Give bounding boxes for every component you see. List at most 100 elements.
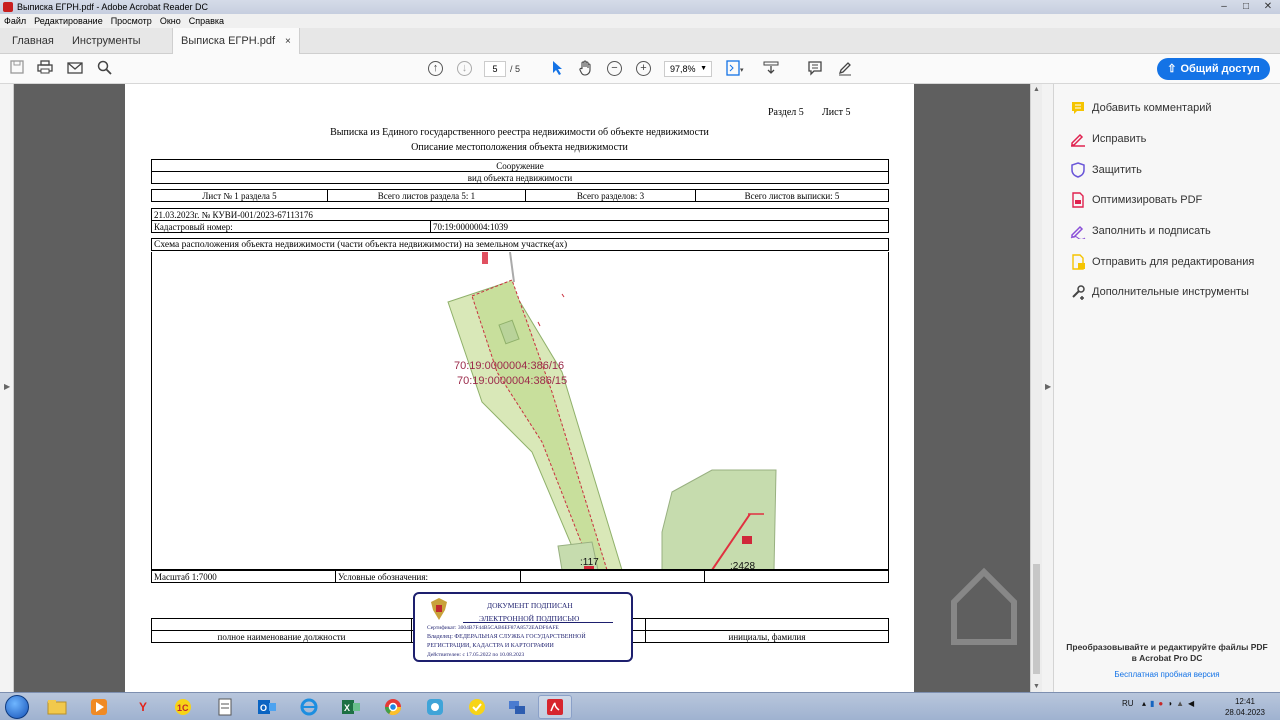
ie-taskbar-icon[interactable] bbox=[292, 695, 326, 719]
document-viewport[interactable]: Раздел 5 Лист 5 Выписка из Единого госуд… bbox=[14, 84, 1030, 692]
cadastral-label: Кадастровый номер: bbox=[151, 220, 431, 233]
close-window-icon[interactable]: ✕ bbox=[1260, 1, 1276, 12]
clock-date: 28.04.2023 bbox=[1224, 708, 1266, 717]
next-page-icon[interactable]: ↓ bbox=[457, 61, 472, 76]
menu-bar: Файл Редактирование Просмотр Окно Справк… bbox=[0, 14, 1280, 28]
media-taskbar-icon[interactable] bbox=[82, 695, 116, 719]
pen-tool-icon[interactable] bbox=[836, 60, 854, 78]
svg-text:O: O bbox=[260, 703, 267, 713]
left-panel-toggle[interactable]: ▶ bbox=[0, 84, 14, 692]
explorer-taskbar-icon[interactable] bbox=[40, 695, 74, 719]
tab-document[interactable]: Выписка ЕГРН.pdf × bbox=[172, 28, 300, 54]
right-panel-toggle[interactable]: ▶ bbox=[1042, 84, 1054, 692]
language-indicator[interactable]: RU bbox=[1122, 699, 1134, 708]
notes-taskbar-icon[interactable] bbox=[460, 695, 494, 719]
maximize-icon[interactable]: □ bbox=[1238, 1, 1254, 12]
tool-optimize[interactable]: Оптимизировать PDF bbox=[1070, 190, 1202, 210]
stamp-owner2: РЕГИСТРАЦИИ, КАДАСТРА И КАРТОГРАФИИ bbox=[427, 643, 554, 649]
onec-taskbar-icon[interactable]: 1С bbox=[166, 695, 200, 719]
scheme-title-table: Схема расположения объекта недвижимости … bbox=[151, 238, 889, 251]
pdf-page: Раздел 5 Лист 5 Выписка из Единого госуд… bbox=[125, 84, 914, 692]
prev-page-icon[interactable]: ↑ bbox=[428, 61, 443, 76]
tool-protect[interactable]: Защитить bbox=[1070, 160, 1142, 180]
hand-tool-icon[interactable] bbox=[577, 60, 595, 78]
svg-text:X: X bbox=[344, 703, 350, 713]
save-icon[interactable] bbox=[8, 60, 26, 78]
tab-home[interactable]: Главная bbox=[12, 28, 54, 54]
document-taskbar-icon[interactable] bbox=[208, 695, 242, 719]
select-cursor-icon[interactable] bbox=[548, 60, 566, 78]
page-number-input[interactable]: 5 bbox=[484, 61, 506, 77]
cadastral-value: 70:19:0000004:1039 bbox=[430, 220, 889, 233]
trial-link[interactable]: Бесплатная пробная версия bbox=[1054, 670, 1280, 679]
sheet-info-cell: Всего листов раздела 5: 1 bbox=[327, 189, 526, 202]
stamp-divider bbox=[463, 622, 613, 623]
tool-more[interactable]: Дополнительные инструменты bbox=[1070, 282, 1249, 302]
tool-label: Заполнить и подписать bbox=[1092, 225, 1211, 237]
start-button[interactable] bbox=[5, 695, 29, 719]
menu-help[interactable]: Справка bbox=[185, 16, 228, 26]
fit-page-icon[interactable]: ▾ bbox=[726, 60, 744, 78]
sheet-info-cell: Всего разделов: 3 bbox=[525, 189, 696, 202]
tab-bar: Главная Инструменты Выписка ЕГРН.pdf × bbox=[0, 28, 1280, 54]
tray-icon[interactable]: ▲ bbox=[1176, 699, 1184, 708]
tray-icon[interactable]: ◑ bbox=[1167, 699, 1172, 708]
tool-edit[interactable]: Исправить bbox=[1070, 129, 1146, 149]
scroll-down-icon[interactable]: ▼ bbox=[1033, 683, 1040, 690]
volume-icon[interactable]: ◀ bbox=[1188, 699, 1194, 708]
tab-tools[interactable]: Инструменты bbox=[72, 28, 141, 54]
vertical-scrollbar[interactable]: ▲ ▼ bbox=[1030, 84, 1042, 692]
zoom-in-icon[interactable]: + bbox=[636, 61, 651, 76]
tray-icon[interactable]: ▮ bbox=[1150, 699, 1154, 708]
acrobat-taskbar-icon[interactable] bbox=[538, 695, 572, 719]
search-icon[interactable] bbox=[95, 60, 113, 78]
tool-add-comment[interactable]: Добавить комментарий bbox=[1070, 98, 1211, 118]
position-caption: полное наименование должности bbox=[151, 630, 412, 643]
map-label: :2428 bbox=[730, 561, 755, 570]
tool-send-for-edit[interactable]: Отправить для редактирования bbox=[1070, 252, 1254, 272]
print-icon[interactable] bbox=[36, 60, 54, 78]
taskbar-clock[interactable]: 12:41 28.04.2023 bbox=[1222, 696, 1268, 718]
menu-view[interactable]: Просмотр bbox=[107, 16, 156, 26]
acrobat-app-icon bbox=[3, 2, 13, 12]
outlook-taskbar-icon[interactable]: O bbox=[250, 695, 284, 719]
network-taskbar-icon[interactable] bbox=[500, 695, 534, 719]
tool-label: Защитить bbox=[1092, 164, 1142, 176]
tab-close-icon[interactable]: × bbox=[285, 36, 291, 47]
tray-icon[interactable]: ● bbox=[1158, 699, 1163, 708]
expand-left-icon: ▶ bbox=[4, 382, 11, 391]
yandex-taskbar-icon[interactable]: Y bbox=[126, 695, 160, 719]
object-type-table: Сооружение вид объекта недвижимости bbox=[151, 159, 889, 184]
scroll-mode-icon[interactable] bbox=[762, 60, 780, 78]
tool-label: Добавить комментарий bbox=[1092, 102, 1212, 114]
tool-label: Отправить для редактирования bbox=[1092, 256, 1255, 268]
comment-icon bbox=[1072, 102, 1084, 114]
window-titlebar: Выписка ЕГРН.pdf - Adobe Acrobat Reader … bbox=[0, 0, 1280, 14]
system-tray: ▴ ▮ ● ◑ ▲ ◀ bbox=[1142, 699, 1194, 708]
minimize-icon[interactable]: – bbox=[1216, 1, 1232, 12]
tool-fill-sign[interactable]: Заполнить и подписать bbox=[1070, 221, 1211, 241]
comment-tool-icon[interactable] bbox=[806, 60, 824, 78]
doc-subtitle: Описание местоположения объекта недвижим… bbox=[411, 142, 628, 153]
scrollbar-thumb[interactable] bbox=[1033, 564, 1040, 674]
excel-taskbar-icon[interactable]: X bbox=[334, 695, 368, 719]
zoom-select[interactable]: 97,8% ▼ bbox=[664, 61, 712, 77]
menu-window[interactable]: Окно bbox=[156, 16, 185, 26]
tray-icon[interactable]: ▴ bbox=[1142, 699, 1146, 708]
email-icon[interactable] bbox=[66, 60, 84, 78]
tool-label: Дополнительные инструменты bbox=[1092, 286, 1249, 298]
promo-line2: в Acrobat Pro DC bbox=[1131, 653, 1203, 663]
edit-icon bbox=[1071, 133, 1085, 147]
chrome-taskbar-icon[interactable] bbox=[376, 695, 410, 719]
app-taskbar-icon[interactable] bbox=[418, 695, 452, 719]
share-button-label: Общий доступ bbox=[1180, 63, 1260, 75]
scale-table: Масштаб 1:7000 Условные обозначения: bbox=[151, 570, 889, 583]
share-button[interactable]: ⇧ Общий доступ bbox=[1157, 58, 1270, 80]
menu-file[interactable]: Файл bbox=[0, 16, 30, 26]
menu-edit[interactable]: Редактирование bbox=[30, 16, 107, 26]
scroll-up-icon[interactable]: ▲ bbox=[1033, 86, 1040, 93]
zoom-out-icon[interactable]: − bbox=[607, 61, 622, 76]
shield-icon bbox=[1071, 162, 1085, 178]
tab-document-label: Выписка ЕГРН.pdf bbox=[181, 35, 275, 47]
stamp-title1: ДОКУМЕНТ ПОДПИСАН bbox=[487, 601, 573, 610]
